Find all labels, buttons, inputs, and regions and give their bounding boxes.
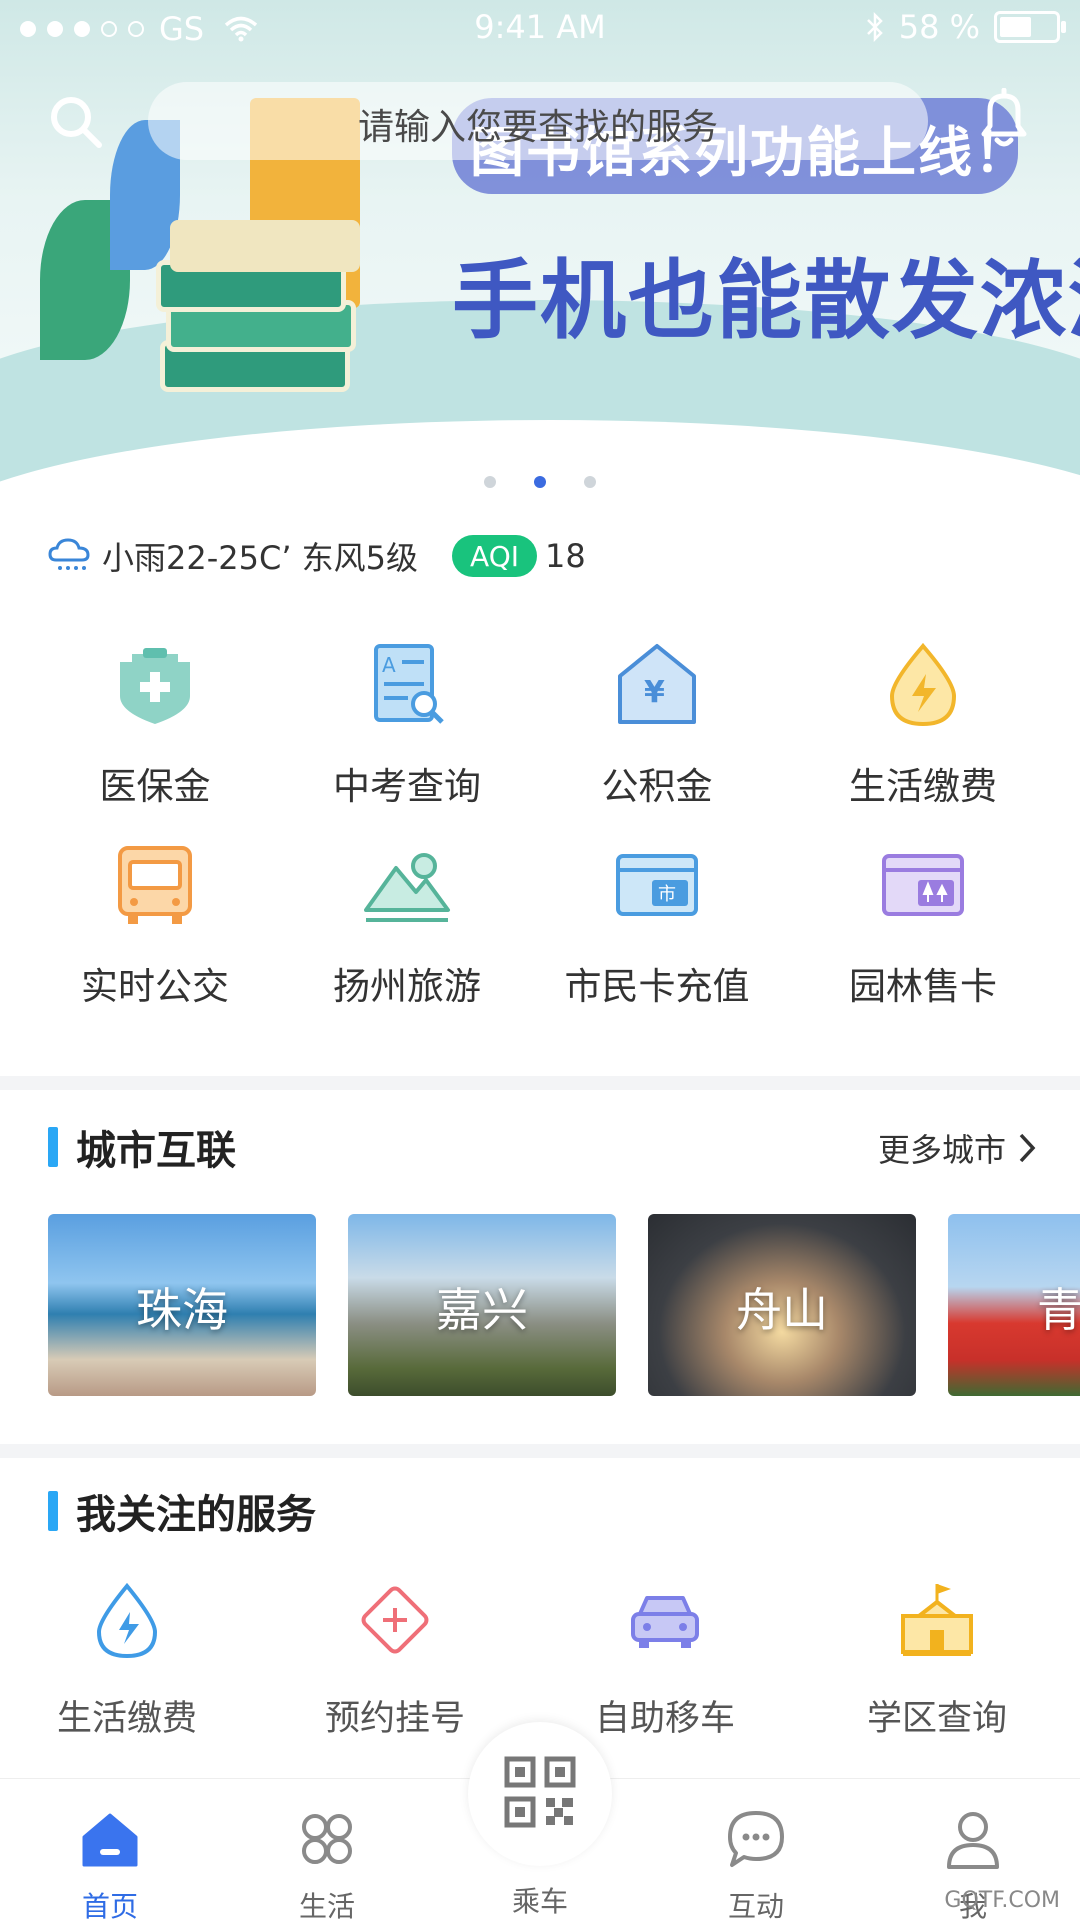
followed-section-header: 我关注的服务 bbox=[48, 1486, 316, 1538]
service-label: 扬州旅游 bbox=[333, 965, 481, 1008]
followed-label: 预约挂号 bbox=[324, 1699, 465, 1739]
medical-cross-icon bbox=[361, 1586, 429, 1654]
followed-label: 生活缴费 bbox=[56, 1699, 197, 1739]
section-accent-bar bbox=[48, 1127, 58, 1167]
battery-percentage: 58 % bbox=[898, 8, 980, 46]
svg-text:¥: ¥ bbox=[644, 675, 665, 710]
aqi-badge: AQI bbox=[452, 535, 538, 577]
bluetooth-icon bbox=[866, 11, 883, 43]
service-label: 实时公交 bbox=[81, 965, 229, 1008]
water-drop-icon bbox=[96, 1582, 158, 1659]
section-divider bbox=[0, 1076, 1080, 1090]
pagination-dot[interactable] bbox=[484, 476, 496, 488]
home-icon bbox=[82, 1813, 138, 1867]
chevron-right-icon bbox=[1019, 1133, 1036, 1163]
section-accent-bar bbox=[48, 1491, 58, 1531]
tab-ride-label: 乘车 bbox=[511, 1885, 568, 1918]
tab-life[interactable]: 生活 bbox=[257, 1807, 397, 1925]
medical-insurance-icon bbox=[120, 648, 190, 724]
followed-section-title: 我关注的服务 bbox=[76, 1492, 316, 1538]
pagination-dot[interactable] bbox=[584, 476, 596, 488]
service-bus[interactable]: 实时公交 bbox=[20, 840, 290, 1010]
city-card-zhoushan[interactable]: 舟山 bbox=[648, 1214, 916, 1396]
promo-banner[interactable]: 图书馆系列功能上线！ 手机也能散发浓浓书香 bbox=[0, 0, 1080, 500]
followed-item-appointment[interactable]: 预约挂号 bbox=[260, 1580, 530, 1741]
tab-home[interactable]: 首页 bbox=[40, 1807, 180, 1925]
chat-icon bbox=[728, 1811, 784, 1867]
travel-mountain-icon bbox=[364, 853, 450, 922]
city-card-jiaxing[interactable]: 嘉兴 bbox=[348, 1214, 616, 1396]
watermark-text: GQTF.COM bbox=[944, 1888, 1060, 1913]
city-section-title: 城市互联 bbox=[76, 1128, 236, 1174]
bus-icon bbox=[118, 846, 192, 924]
city-card-zhuhai[interactable]: 珠海 bbox=[48, 1214, 316, 1396]
svg-text:A: A bbox=[382, 653, 396, 677]
housing-fund-icon: ¥ bbox=[618, 644, 696, 724]
aqi-value: 18 bbox=[545, 537, 586, 575]
service-label: 园林售卡 bbox=[849, 965, 997, 1008]
followed-label: 学区查询 bbox=[866, 1699, 1007, 1739]
car-icon bbox=[631, 1596, 699, 1648]
utility-payment-icon bbox=[889, 642, 957, 727]
rain-cloud-icon bbox=[48, 538, 90, 570]
exam-query-icon: A bbox=[374, 644, 444, 724]
bell-icon[interactable] bbox=[976, 88, 1032, 152]
weather-text: 小雨22-25C’ 东风5级 bbox=[102, 539, 419, 577]
section-divider bbox=[0, 1444, 1080, 1458]
service-travel[interactable]: 扬州旅游 bbox=[272, 840, 542, 1010]
tab-label: 首页 bbox=[81, 1890, 138, 1923]
city-name: 青 bbox=[1037, 1283, 1080, 1337]
search-input[interactable]: 请输入您要查找的服务 bbox=[148, 82, 928, 160]
more-cities-link[interactable]: 更多城市 bbox=[878, 1125, 1036, 1171]
city-section-header: 城市互联 bbox=[48, 1122, 236, 1174]
search-placeholder: 请输入您要查找的服务 bbox=[357, 107, 718, 148]
banner-books-illustration bbox=[156, 190, 360, 392]
citizen-card-icon: 市 bbox=[616, 854, 698, 916]
tab-label: 生活 bbox=[298, 1890, 355, 1923]
city-name: 珠海 bbox=[136, 1283, 228, 1337]
service-housing-fund[interactable]: ¥ 公积金 bbox=[522, 640, 792, 810]
tab-label: 互动 bbox=[727, 1890, 784, 1923]
pagination-dot-active[interactable] bbox=[534, 476, 546, 488]
service-label: 公积金 bbox=[601, 765, 713, 808]
service-citizen-card[interactable]: 市 市民卡充值 bbox=[522, 840, 792, 1010]
tab-interact[interactable]: 互动 bbox=[686, 1807, 826, 1925]
banner-headline: 手机也能散发浓浓书香 bbox=[452, 251, 1080, 351]
garden-card-icon bbox=[882, 854, 964, 916]
battery-icon bbox=[994, 11, 1066, 43]
status-right: 58 % bbox=[865, 8, 1066, 46]
service-label: 市民卡充值 bbox=[564, 965, 750, 1008]
tab-ride-qr-button[interactable] bbox=[468, 1722, 612, 1866]
search-icon[interactable] bbox=[48, 94, 104, 150]
followed-item-utility[interactable]: 生活缴费 bbox=[0, 1580, 262, 1741]
followed-item-move-car[interactable]: 自助移车 bbox=[530, 1580, 800, 1741]
service-label: 生活缴费 bbox=[849, 765, 997, 808]
city-name: 舟山 bbox=[736, 1283, 828, 1337]
service-exam-query[interactable]: A 中考查询 bbox=[272, 640, 542, 810]
city-card-qingdao[interactable]: 青 bbox=[948, 1214, 1080, 1396]
qr-code-icon bbox=[504, 1756, 576, 1828]
user-icon bbox=[947, 1812, 999, 1869]
svg-text:市: 市 bbox=[658, 884, 676, 905]
service-label: 中考查询 bbox=[333, 765, 481, 808]
weather-bar: 小雨22-25C’ 东风5级 AQI 18 bbox=[48, 530, 586, 582]
life-grid-icon bbox=[302, 1814, 352, 1864]
banner-pagination bbox=[0, 473, 1080, 492]
city-name: 嘉兴 bbox=[436, 1283, 528, 1337]
service-medical-insurance[interactable]: 医保金 bbox=[20, 640, 290, 810]
service-utility-payment[interactable]: 生活缴费 bbox=[788, 640, 1058, 810]
followed-item-school-district[interactable]: 学区查询 bbox=[802, 1580, 1072, 1741]
service-garden-card[interactable]: 园林售卡 bbox=[788, 840, 1058, 1010]
more-cities-label: 更多城市 bbox=[877, 1131, 1006, 1169]
service-label: 医保金 bbox=[99, 765, 211, 808]
status-bar: GS 9:41 AM 58 % bbox=[0, 0, 1080, 60]
school-icon bbox=[901, 1584, 973, 1656]
